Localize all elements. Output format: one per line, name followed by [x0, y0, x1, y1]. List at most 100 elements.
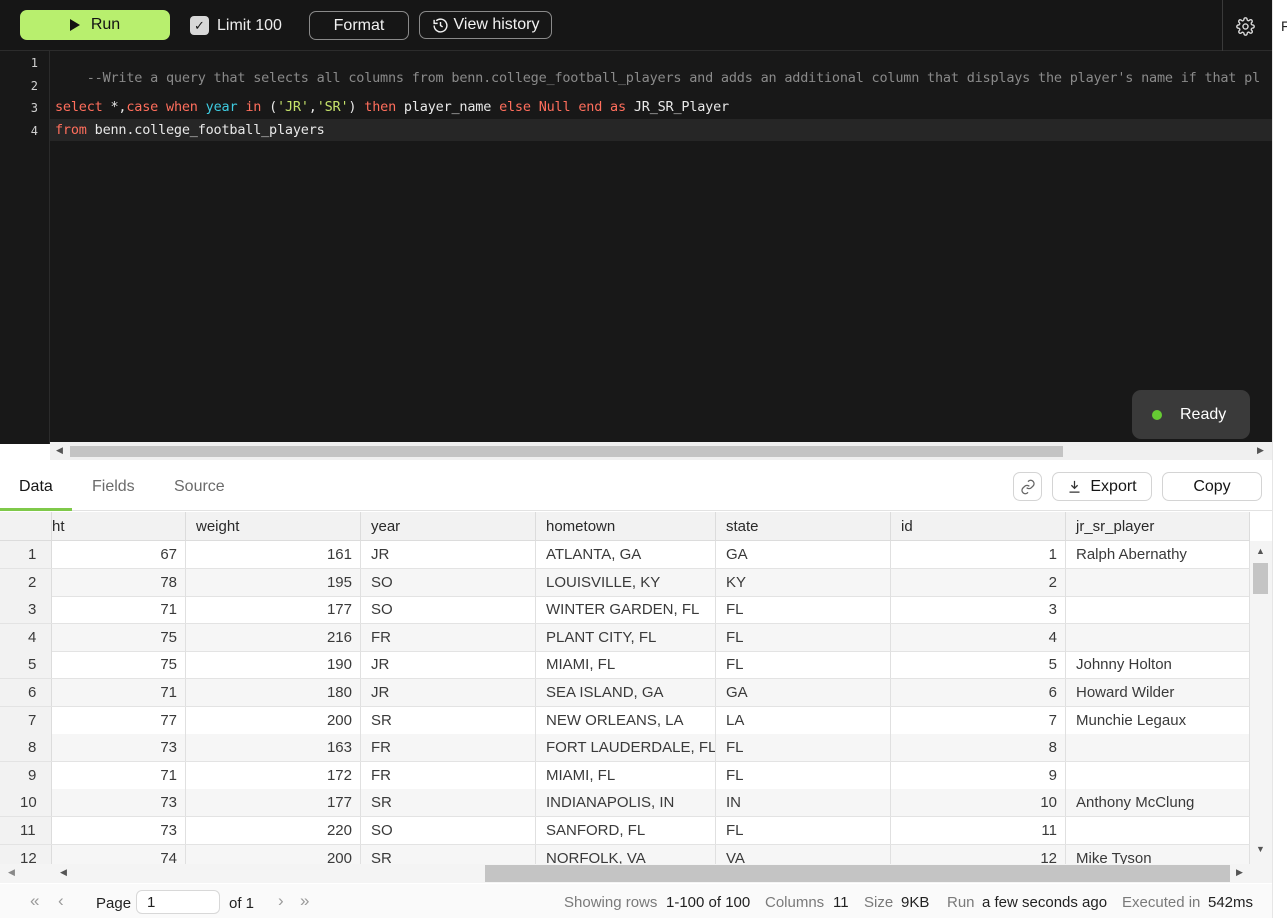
scrollbar-thumb[interactable] — [485, 865, 1230, 882]
scroll-up-icon[interactable]: ▲ — [1256, 546, 1265, 556]
table-cell-state[interactable]: FL — [716, 761, 891, 789]
table-row[interactable]: 4 75 216 FR PLANT CITY, FL FL 4 — [0, 623, 1250, 652]
scroll-down-icon[interactable]: ▼ — [1256, 844, 1265, 854]
table-cell-ht[interactable]: 71 — [52, 761, 186, 789]
code-line-4[interactable]: from benn.college_football_players — [55, 122, 325, 138]
table-row[interactable]: 5 75 190 JR MIAMI, FL FL 5 Johnny Holton — [0, 651, 1250, 680]
table-cell-state[interactable]: LA — [716, 706, 891, 734]
table-row[interactable]: 1 67 161 JR ATLANTA, GA GA 1 Ralph Abernathy — [0, 541, 1250, 569]
table-cell-hometown[interactable]: NEW ORLEANS, LA — [536, 706, 716, 734]
scrollbar-thumb[interactable] — [1253, 563, 1268, 594]
scroll-left-icon[interactable]: ◀ — [8, 867, 15, 878]
limit-toggle[interactable]: ✓ Limit 100 — [190, 16, 282, 35]
table-cell-id[interactable]: 6 — [891, 679, 1066, 706]
run-button[interactable]: Run — [20, 10, 170, 40]
column-header[interactable]: weight — [186, 512, 361, 541]
table-cell-id[interactable]: 4 — [891, 623, 1066, 651]
gear-icon[interactable] — [1236, 17, 1255, 36]
table-row[interactable]: 10 73 177 SR INDIANAPOLIS, IN IN 10 Anthony McC… — [0, 789, 1250, 818]
editor-horizontal-scrollbar[interactable]: ◀ ▶ — [50, 442, 1272, 460]
table-cell-hometown[interactable]: FORT LAUDERDALE, FL — [536, 734, 716, 762]
table-cell-jr-sr-player[interactable]: Johnny Holton — [1066, 651, 1250, 679]
checkbox-checked-icon[interactable]: ✓ — [190, 16, 209, 35]
column-header[interactable]: jr_sr_player — [1066, 512, 1250, 541]
table-cell-ht[interactable]: 73 — [52, 817, 186, 844]
scroll-left-icon[interactable]: ◀ — [60, 867, 67, 878]
table-cell-state[interactable]: GA — [716, 679, 891, 706]
table-cell-jr-sr-player[interactable] — [1066, 761, 1250, 789]
table-cell-year[interactable]: SR — [361, 706, 536, 734]
table-cell-hometown[interactable]: SEA ISLAND, GA — [536, 679, 716, 706]
table-cell-ht[interactable]: 78 — [52, 568, 186, 596]
table-cell-weight[interactable]: 177 — [186, 789, 361, 817]
table-cell-hometown[interactable]: MIAMI, FL — [536, 651, 716, 679]
export-button[interactable]: Export — [1052, 472, 1152, 501]
table-cell-hometown[interactable]: ATLANTA, GA — [536, 541, 716, 568]
table-cell-year[interactable]: JR — [361, 651, 536, 679]
table-cell-year[interactable]: FR — [361, 761, 536, 789]
table-cell-weight[interactable]: 177 — [186, 596, 361, 624]
table-cell-weight[interactable]: 220 — [186, 817, 361, 844]
table-cell-jr-sr-player[interactable]: Munchie Legaux — [1066, 706, 1250, 734]
table-cell-jr-sr-player[interactable] — [1066, 734, 1250, 762]
table-cell-hometown[interactable]: LOUISVILLE, KY — [536, 568, 716, 596]
table-vertical-scrollbar[interactable]: ▲ ▼ — [1250, 541, 1272, 864]
column-header[interactable]: hometown — [536, 512, 716, 541]
table-cell-jr-sr-player[interactable]: Howard Wilder — [1066, 679, 1250, 706]
table-cell-id[interactable]: 8 — [891, 734, 1066, 762]
tab-data[interactable]: Data — [19, 478, 53, 496]
column-header[interactable]: state — [716, 512, 891, 541]
table-cell-id[interactable]: 2 — [891, 568, 1066, 596]
table-cell-ht[interactable]: 73 — [52, 734, 186, 762]
view-history-button[interactable]: View history — [419, 11, 552, 39]
table-cell-jr-sr-player[interactable] — [1066, 596, 1250, 624]
prev-page-icon[interactable]: ‹ — [58, 891, 64, 911]
tab-fields[interactable]: Fields — [92, 478, 135, 496]
column-header[interactable]: ht — [42, 512, 186, 541]
tab-source[interactable]: Source — [174, 478, 225, 496]
table-cell-year[interactable]: SO — [361, 568, 536, 596]
next-page-icon[interactable]: › — [278, 891, 284, 911]
table-cell-jr-sr-player[interactable] — [1066, 817, 1250, 844]
table-row[interactable]: 11 73 220 SO SANFORD, FL FL 11 — [0, 817, 1250, 845]
table-cell-id[interactable]: 12 — [891, 844, 1066, 864]
column-header[interactable]: id — [891, 512, 1066, 541]
scroll-right-icon[interactable]: ▶ — [1236, 867, 1243, 878]
table-row[interactable]: 8 73 163 FR FORT LAUDERDALE, FL FL 8 — [0, 734, 1250, 763]
table-cell-ht[interactable]: 73 — [52, 789, 186, 817]
table-row[interactable]: 12 74 200 SR NORFOLK, VA VA 12 Mike Tyson — [0, 844, 1250, 864]
table-cell-year[interactable]: SO — [361, 596, 536, 624]
table-cell-year[interactable]: SR — [361, 789, 536, 817]
table-cell-ht[interactable]: 75 — [52, 623, 186, 651]
table-cell-id[interactable]: 3 — [891, 596, 1066, 624]
copy-button[interactable]: Copy — [1162, 472, 1262, 501]
table-cell-ht[interactable]: 71 — [52, 596, 186, 624]
table-cell-year[interactable]: SO — [361, 817, 536, 844]
table-cell-year[interactable]: SR — [361, 844, 536, 864]
table-cell-year[interactable]: JR — [361, 541, 536, 568]
table-cell-id[interactable]: 1 — [891, 541, 1066, 568]
last-page-icon[interactable]: » — [300, 891, 309, 911]
page-number-input[interactable]: 1 — [136, 890, 220, 914]
table-cell-weight[interactable]: 172 — [186, 761, 361, 789]
table-cell-hometown[interactable]: NORFOLK, VA — [536, 844, 716, 864]
table-cell-state[interactable]: GA — [716, 541, 891, 568]
table-row[interactable]: 7 77 200 SR NEW ORLEANS, LA LA 7 Munchie Legaux — [0, 706, 1250, 735]
column-header[interactable]: year — [361, 512, 536, 541]
table-cell-state[interactable]: KY — [716, 568, 891, 596]
table-cell-hometown[interactable]: WINTER GARDEN, FL — [536, 596, 716, 624]
scroll-left-icon[interactable]: ◀ — [56, 445, 63, 456]
table-cell-hometown[interactable]: SANFORD, FL — [536, 817, 716, 844]
table-cell-weight[interactable]: 190 — [186, 651, 361, 679]
table-cell-weight[interactable]: 163 — [186, 734, 361, 762]
table-cell-weight[interactable]: 180 — [186, 679, 361, 706]
table-cell-year[interactable]: FR — [361, 623, 536, 651]
table-cell-weight[interactable]: 216 — [186, 623, 361, 651]
table-cell-id[interactable]: 10 — [891, 789, 1066, 817]
table-cell-state[interactable]: FL — [716, 734, 891, 762]
table-cell-state[interactable]: FL — [716, 596, 891, 624]
table-cell-state[interactable]: IN — [716, 789, 891, 817]
table-cell-ht[interactable]: 74 — [52, 844, 186, 864]
table-cell-jr-sr-player[interactable] — [1066, 623, 1250, 651]
format-button[interactable]: Format — [309, 11, 409, 40]
